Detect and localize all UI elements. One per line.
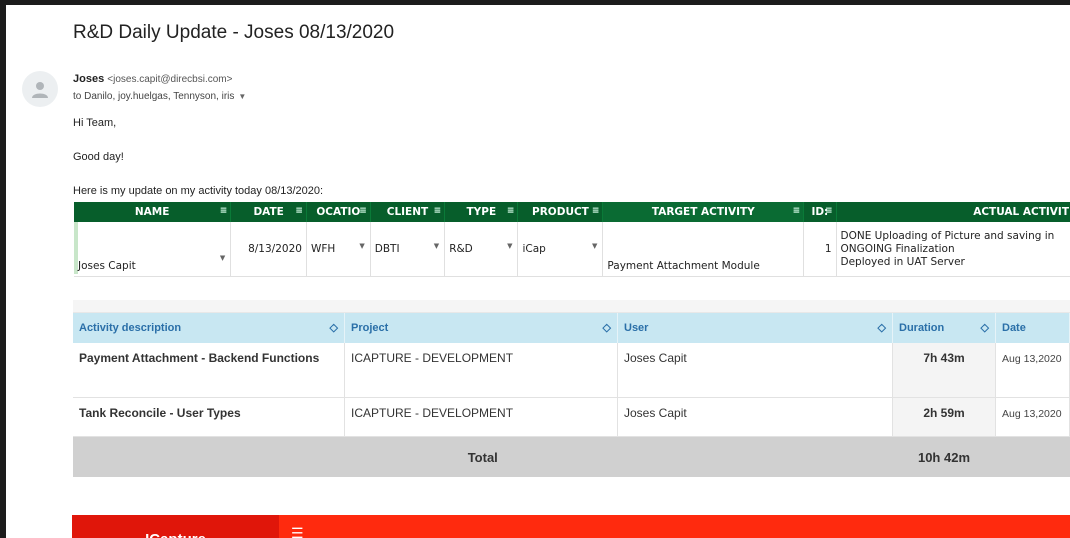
- filter-icon[interactable]: ≡: [295, 206, 303, 216]
- dropdown-arrow-icon[interactable]: ▼: [507, 242, 512, 250]
- report-table: Activity description ◇ Project ◇ User ◇ Dur…: [73, 313, 1070, 477]
- row-duration: 2h 59m: [892, 397, 996, 437]
- sort-icon[interactable]: ◇: [981, 321, 989, 334]
- sheet-header-target[interactable]: TARGET ACTIVITY ≡: [602, 202, 805, 222]
- email-subject: R&D Daily Update - Joses 08/13/2020: [73, 22, 395, 43]
- row-duration: 7h 43m: [892, 343, 996, 398]
- sort-icon[interactable]: ◇: [330, 321, 338, 334]
- col-duration[interactable]: Duration ◇: [892, 313, 996, 343]
- brand-logo[interactable]: ICapture: [72, 515, 279, 538]
- total-duration: 10h 42m: [892, 436, 996, 477]
- filter-icon[interactable]: ≡: [359, 206, 367, 216]
- sheet-header-date[interactable]: DATE ≡: [230, 202, 307, 222]
- sheet-cell-target[interactable]: Payment Attachment Module: [602, 222, 805, 277]
- sort-icon[interactable]: ◇: [878, 321, 886, 334]
- sheet-header-actual[interactable]: ACTUAL ACTIVIT: [836, 202, 1070, 222]
- email-page: R&D Daily Update - Joses 08/13/2020 Jose…: [6, 5, 1070, 538]
- sort-icon[interactable]: ◇: [603, 321, 611, 334]
- sheet-cell-type[interactable]: R&D ▼: [444, 222, 519, 277]
- sheet-header-product[interactable]: PRODUCT ≡: [517, 202, 604, 222]
- dropdown-arrow-icon[interactable]: ▼: [220, 254, 225, 262]
- row-description: Payment Attachment - Backend Functions: [73, 343, 345, 398]
- sheet-cell-product[interactable]: iCap ▼: [517, 222, 604, 277]
- sheet-cell-client[interactable]: DBTI ▼: [370, 222, 446, 277]
- table-row: Tank Reconcile - User Types ICAPTURE - D…: [73, 397, 1070, 437]
- filter-icon[interactable]: ≡: [825, 206, 833, 216]
- actual-line: DONE Uploading of Picture and saving in: [840, 229, 1055, 242]
- table-row: Payment Attachment - Backend Functions I…: [73, 343, 1070, 398]
- total-label: Total: [73, 436, 893, 477]
- actual-line: ONGOING Finalization: [840, 242, 955, 255]
- sheet-header-id[interactable]: ID: ≡: [803, 202, 837, 222]
- row-date: Aug 13,2020: [995, 343, 1070, 398]
- col-date[interactable]: Date: [995, 313, 1070, 343]
- sheet-cell-name[interactable]: Joses Capit ▼: [74, 222, 232, 277]
- dropdown-arrow-icon[interactable]: ▼: [592, 242, 597, 250]
- sender-avatar[interactable]: [22, 71, 58, 107]
- row-date: Aug 13,2020: [995, 397, 1070, 437]
- body-line-intro: Here is my update on my activity today 0…: [73, 185, 324, 197]
- report-header-row: Activity description ◇ Project ◇ User ◇ Dur…: [73, 313, 1070, 343]
- sheet-table: NAME ≡ DATE ≡ OCATIO ≡ CLIENT ≡ TYPE ≡ PRODUC…: [74, 202, 1070, 277]
- filter-icon[interactable]: ≡: [434, 206, 442, 216]
- sheet-header-location[interactable]: OCATIO ≡: [306, 202, 371, 222]
- recipients-line[interactable]: to Danilo, joy.huelgas, Tennyson, iris ▼: [73, 91, 246, 102]
- actual-line: Deployed in UAT Server: [840, 255, 965, 268]
- row-user: Joses Capit: [617, 343, 893, 398]
- filter-icon[interactable]: ≡: [507, 206, 515, 216]
- app-header-bar: ICapture ☰: [72, 515, 1070, 538]
- sheet-header-type[interactable]: TYPE ≡: [444, 202, 519, 222]
- sheet-header-name[interactable]: NAME ≡: [74, 202, 232, 222]
- sender-line: Joses <joses.capit@direcbsi.com>: [73, 73, 232, 85]
- report-top-bar: [73, 300, 1070, 313]
- sheet-header-row: NAME ≡ DATE ≡ OCATIO ≡ CLIENT ≡ TYPE ≡ PRODUC…: [74, 202, 1070, 222]
- row-user: Joses Capit: [617, 397, 893, 437]
- sender-email: <joses.capit@direcbsi.com>: [107, 74, 233, 85]
- sheet-header-client[interactable]: CLIENT ≡: [370, 202, 446, 222]
- sheet-data-row: Joses Capit ▼ 8/13/2020 WFH ▼ DBTI ▼ R&D ▼ i…: [74, 222, 1070, 277]
- sender-name[interactable]: Joses: [73, 73, 104, 85]
- row-description: Tank Reconcile - User Types: [73, 397, 345, 437]
- dropdown-arrow-icon[interactable]: ▼: [359, 242, 364, 250]
- recipients-text: to Danilo, joy.huelgas, Tennyson, iris: [73, 91, 235, 102]
- sheet-cell-id[interactable]: 1: [803, 222, 837, 277]
- sheet-cell-date[interactable]: 8/13/2020: [230, 222, 307, 277]
- col-activity-description[interactable]: Activity description ◇: [73, 313, 345, 343]
- row-project: ICAPTURE - DEVELOPMENT: [344, 343, 618, 398]
- timesheet-report: Activity description ◇ Project ◇ User ◇ Dur…: [73, 300, 1070, 477]
- col-user[interactable]: User ◇: [617, 313, 893, 343]
- sheet-cell-actual[interactable]: DONE Uploading of Picture and saving in …: [836, 222, 1070, 277]
- row-project: ICAPTURE - DEVELOPMENT: [344, 397, 618, 437]
- chevron-down-icon[interactable]: ▼: [238, 92, 246, 101]
- total-empty: [995, 436, 1070, 477]
- dropdown-arrow-icon[interactable]: ▼: [434, 242, 439, 250]
- spreadsheet-snippet: NAME ≡ DATE ≡ OCATIO ≡ CLIENT ≡ TYPE ≡ PRODUC…: [74, 202, 1070, 277]
- greeting: Hi Team,: [73, 117, 117, 129]
- body-line-good-day: Good day!: [73, 151, 124, 163]
- hamburger-icon[interactable]: ☰: [291, 525, 304, 538]
- person-icon: [32, 82, 48, 98]
- sheet-cell-location[interactable]: WFH ▼: [306, 222, 371, 277]
- filter-icon[interactable]: ≡: [220, 206, 228, 216]
- filter-icon[interactable]: ≡: [793, 206, 801, 216]
- col-project[interactable]: Project ◇: [344, 313, 618, 343]
- filter-icon[interactable]: ≡: [592, 206, 600, 216]
- total-row: Total 10h 42m: [73, 436, 1070, 477]
